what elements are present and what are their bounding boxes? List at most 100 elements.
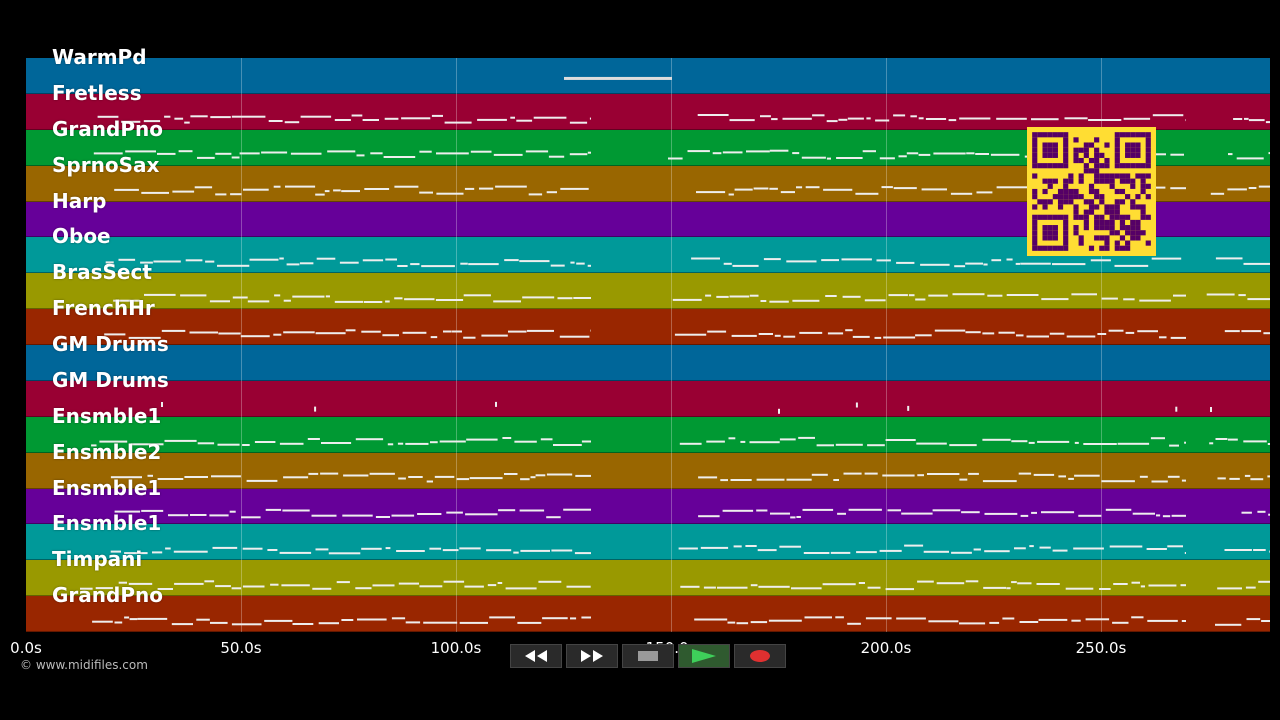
rewind-button[interactable]	[510, 644, 562, 668]
note	[749, 294, 759, 297]
note	[171, 623, 193, 626]
note	[1173, 294, 1186, 297]
note	[370, 152, 383, 155]
note	[864, 472, 878, 475]
note	[792, 299, 820, 302]
note	[855, 402, 858, 408]
note	[551, 549, 573, 552]
note	[327, 150, 356, 153]
play-button[interactable]	[678, 644, 730, 668]
note	[1020, 514, 1029, 517]
note	[283, 299, 291, 302]
note	[487, 584, 497, 587]
note	[928, 620, 959, 623]
note	[833, 479, 839, 481]
note	[720, 479, 728, 482]
note	[1011, 581, 1017, 584]
note	[830, 551, 851, 554]
note	[923, 550, 949, 553]
note	[1041, 511, 1075, 514]
note	[973, 548, 981, 551]
note	[1068, 477, 1074, 480]
note	[320, 472, 339, 475]
note	[573, 297, 591, 299]
note	[1049, 332, 1065, 335]
note	[124, 616, 130, 619]
note	[384, 117, 399, 120]
note	[1148, 584, 1177, 587]
note	[736, 622, 749, 625]
note	[927, 473, 960, 475]
note	[241, 516, 261, 519]
note	[341, 190, 360, 193]
note	[705, 294, 712, 297]
note	[421, 265, 455, 268]
note	[504, 473, 518, 475]
note	[925, 118, 947, 120]
note	[1074, 441, 1079, 444]
note	[281, 584, 310, 587]
note	[1227, 438, 1238, 441]
note	[1263, 332, 1270, 335]
note	[339, 261, 359, 264]
stop-icon	[638, 651, 658, 661]
note	[885, 588, 914, 591]
note	[678, 547, 698, 550]
note	[456, 478, 470, 481]
note	[434, 475, 455, 478]
note	[398, 477, 406, 480]
note	[864, 299, 886, 302]
note	[837, 512, 846, 515]
note	[876, 259, 891, 262]
note	[417, 513, 442, 515]
note	[778, 408, 780, 414]
note	[991, 259, 1002, 262]
fast-forward-button[interactable]	[566, 644, 618, 668]
note	[822, 583, 856, 586]
note	[763, 258, 781, 261]
note	[361, 547, 382, 550]
note	[1146, 548, 1167, 550]
note	[1011, 440, 1028, 443]
note	[1224, 549, 1252, 551]
note	[1002, 617, 1015, 620]
note	[698, 515, 720, 518]
note	[504, 259, 519, 262]
time-tick-label: 50.0s	[220, 639, 262, 657]
note	[363, 301, 383, 303]
note	[520, 478, 530, 481]
fast-forward-icon	[581, 650, 603, 662]
note	[315, 548, 329, 551]
note	[796, 516, 801, 518]
note	[867, 586, 881, 589]
note	[1078, 514, 1102, 517]
note	[697, 114, 729, 116]
note	[1031, 511, 1037, 514]
note	[1269, 550, 1270, 553]
note	[1224, 330, 1240, 333]
track-label: Fretless	[52, 80, 142, 105]
note	[1026, 335, 1049, 338]
qr-code-graphic	[1027, 127, 1156, 256]
note	[827, 332, 844, 335]
note	[982, 438, 1011, 441]
note	[816, 444, 834, 447]
note	[174, 117, 184, 120]
stop-button[interactable]	[622, 644, 674, 668]
record-button[interactable]	[734, 644, 786, 668]
note	[464, 585, 484, 588]
note	[184, 476, 208, 478]
note	[750, 584, 758, 587]
note	[383, 156, 416, 158]
note	[459, 547, 481, 550]
note	[273, 333, 282, 336]
note	[1039, 546, 1051, 549]
note	[141, 191, 169, 194]
note	[1036, 583, 1060, 585]
note	[1123, 117, 1151, 120]
note	[231, 156, 240, 159]
note	[1258, 580, 1270, 583]
note	[168, 514, 189, 517]
note	[342, 514, 373, 517]
note	[798, 436, 815, 439]
